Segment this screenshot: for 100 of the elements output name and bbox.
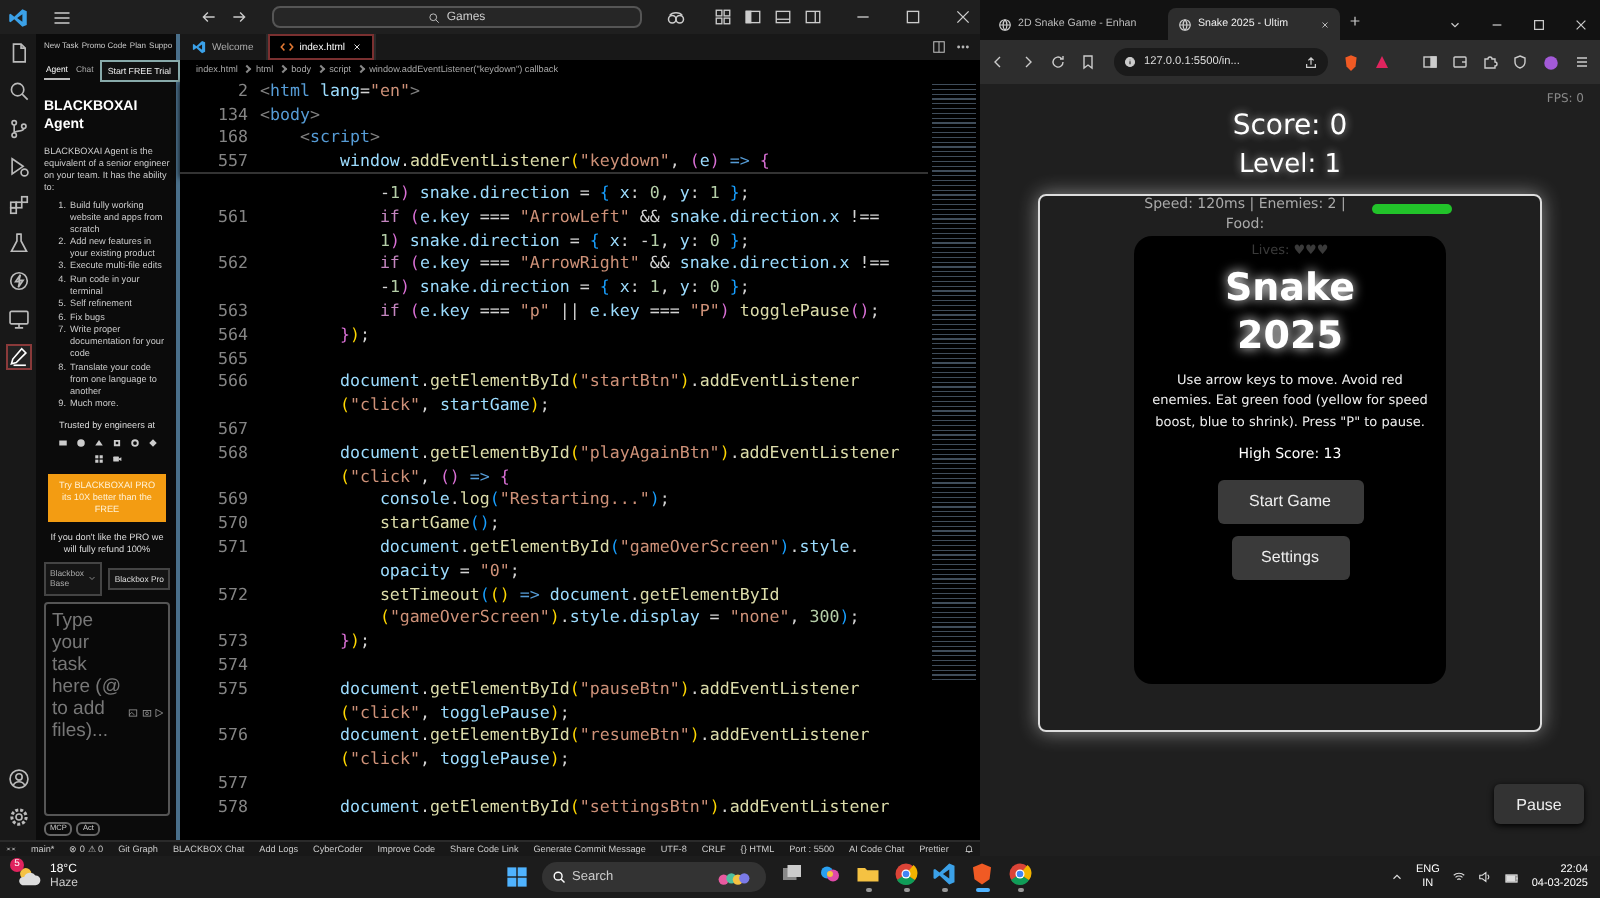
run-debug-icon[interactable] — [7, 156, 29, 178]
lightning-icon[interactable] — [7, 270, 29, 292]
code-line: -1) snake.direction = { x: 1, y: 0 }; — [377, 276, 750, 297]
browser-icon[interactable] — [1008, 862, 1032, 887]
search-icon — [552, 870, 566, 884]
menu-icon[interactable] — [52, 7, 72, 27]
browser-icon[interactable] — [894, 862, 918, 887]
bookmark-icon[interactable] — [1080, 54, 1096, 70]
start-game-button[interactable]: Start Game — [1217, 479, 1363, 524]
wallet-icon[interactable] — [1452, 54, 1468, 70]
right-sidebar-icon[interactable] — [804, 8, 822, 26]
sun-cloud-icon[interactable] — [16, 864, 42, 890]
settings-icon[interactable] — [7, 806, 29, 828]
line-number: 566 — [216, 370, 248, 391]
chevron-icon — [315, 64, 325, 74]
code-line: -1) snake.direction = { x: 0, y: 1 }; — [377, 182, 750, 203]
settings-button[interactable]: Settings — [1231, 535, 1349, 580]
more-icon[interactable] — [956, 40, 970, 54]
code-line: document.getElementById("settingsBtn").addEventListener — [337, 795, 890, 816]
pen-icon[interactable] — [7, 346, 29, 368]
avatar-icon[interactable] — [1542, 53, 1560, 71]
menu-icon[interactable] — [1574, 54, 1590, 70]
folder-icon[interactable] — [856, 862, 880, 887]
flask-icon[interactable] — [7, 232, 29, 254]
line-number: 563 — [216, 300, 248, 321]
new-tab-icon[interactable] — [1348, 13, 1362, 27]
triangle-icon[interactable] — [1373, 54, 1390, 70]
line-number: 574 — [216, 654, 248, 675]
code-line: <script> — [297, 126, 380, 147]
line-number: 568 — [216, 441, 248, 462]
line-number: 569 — [216, 488, 248, 509]
line-number: 2 — [236, 79, 248, 100]
line-number: 575 — [216, 677, 248, 698]
pause-button[interactable]: Pause — [1494, 784, 1584, 824]
line-number: 134 — [216, 103, 248, 124]
search-icon[interactable] — [7, 80, 29, 102]
puzzle-icon[interactable] — [1482, 54, 1498, 70]
account-icon[interactable] — [7, 768, 29, 790]
code-line: startGame(); — [377, 512, 500, 533]
code-line: 1) snake.direction = { x: -1, y: 0 }; — [377, 229, 750, 250]
code-line: }); — [337, 630, 370, 651]
code-line: ("gameOverScreen").style.display = "none", 300); — [377, 606, 860, 627]
forward-arrow-icon[interactable] — [230, 8, 248, 26]
code-line: document.getElementById("playAgainBtn").addEventListener — [337, 441, 900, 462]
app-logo-icon[interactable] — [8, 7, 28, 27]
code-line: }); — [337, 323, 370, 344]
reload-icon[interactable] — [1050, 54, 1066, 70]
goggles-icon[interactable] — [666, 7, 686, 27]
source-control-icon[interactable] — [7, 118, 29, 140]
image-icon[interactable] — [128, 708, 138, 719]
tab-list-icon[interactable] — [1448, 17, 1462, 31]
extensions-icon[interactable] — [7, 194, 29, 216]
monitor-icon[interactable] — [7, 308, 29, 330]
layout-grid-icon[interactable] — [714, 8, 732, 26]
close-icon[interactable] — [954, 8, 972, 26]
bottom-panel-icon[interactable] — [774, 8, 792, 26]
task-input[interactable]: Type your task here (@ to add files)... — [44, 601, 170, 817]
left-sidebar-icon[interactable] — [744, 8, 762, 26]
level-label: Level: 1 — [1238, 150, 1342, 182]
wifi-icon[interactable] — [1451, 870, 1466, 884]
line-number: 168 — [216, 126, 248, 147]
company-logo-icon — [111, 454, 121, 464]
start-icon[interactable] — [506, 866, 528, 888]
info-icon — [1124, 56, 1136, 68]
line-number: 570 — [216, 512, 248, 533]
line-number: 571 — [216, 536, 248, 557]
back-arrow-icon[interactable] — [200, 8, 218, 26]
company-logo-icon — [93, 454, 103, 464]
maximize-icon[interactable] — [1532, 17, 1546, 31]
code-line: document.getElementById("gameOverScreen").style. — [377, 536, 860, 557]
close-icon[interactable] — [351, 42, 362, 52]
swirl-icon[interactable] — [818, 862, 842, 887]
globe-icon — [998, 17, 1012, 31]
explorer-icon[interactable] — [7, 42, 29, 64]
code-editor-icon[interactable] — [932, 862, 956, 887]
close-icon[interactable] — [1574, 17, 1588, 31]
camera-icon[interactable] — [141, 708, 151, 719]
chevron-up-icon[interactable] — [1389, 870, 1404, 884]
code-line: <body> — [260, 103, 320, 124]
shield-icon[interactable] — [1512, 54, 1528, 70]
battery-icon[interactable] — [1503, 869, 1520, 885]
globe-icon — [1178, 17, 1192, 31]
shield-icon[interactable] — [970, 862, 994, 887]
send-icon[interactable] — [154, 708, 164, 719]
sidebar-icon[interactable] — [1422, 54, 1438, 70]
code-line: setTimeout(() => document.getElementById — [377, 583, 780, 604]
share-icon[interactable] — [1303, 55, 1318, 69]
line-number: 562 — [216, 252, 248, 273]
code-line: if (e.key === "ArrowLeft" && snake.direction.x !== — [377, 205, 880, 226]
line-number: 561 — [216, 205, 248, 226]
volume-icon[interactable] — [1477, 870, 1492, 884]
search-highlight-drawing — [714, 868, 754, 886]
maximize-icon[interactable] — [904, 8, 922, 26]
close-icon[interactable] — [1320, 19, 1330, 29]
code-line: opacity = "0"; — [377, 559, 520, 580]
code-line: if (e.key === "p" || e.key === "P") togglePause(); — [377, 300, 880, 321]
company-logo-icon — [111, 438, 121, 448]
caret-icon — [88, 574, 97, 583]
bell-icon[interactable] — [963, 844, 974, 854]
split-editor-icon[interactable] — [932, 40, 946, 54]
